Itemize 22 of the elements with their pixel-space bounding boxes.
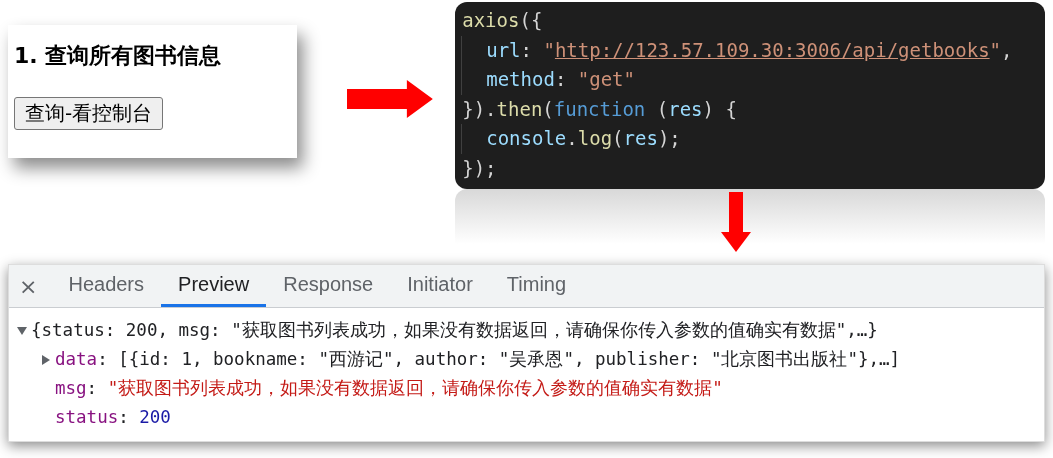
collapse-triangle-icon[interactable] (41, 354, 51, 365)
tab[interactable]: Response (266, 265, 391, 307)
code-line: }); (461, 155, 498, 181)
close-button[interactable]: × (19, 265, 52, 307)
tab[interactable]: Initiator (390, 265, 490, 307)
heading: 1. 查询所有图书信息 (14, 42, 222, 70)
code-line: axios({ (461, 8, 544, 33)
code-line: url: "http://123.57.109.30:3006/api/getbooks", (461, 35, 1041, 65)
right-arrow-icon (347, 80, 434, 118)
tab[interactable]: Headers (51, 265, 162, 307)
expand-triangle-icon[interactable] (17, 325, 27, 336)
json-line: msg: "获取图书列表成功，如果没有数据返回，请确保你传入参数的值确实有数据" (55, 377, 723, 400)
json-line: data: [{id: 1, bookname: "西游记", author: "吴承恩", publisher: "北京图书出版社"},…] (55, 348, 901, 371)
tab[interactable]: Preview (161, 265, 267, 307)
json-line: status: 200 (55, 406, 171, 429)
code-line: method: "get" (461, 65, 1041, 95)
down-arrow-icon (721, 192, 752, 252)
tab[interactable]: Timing (489, 265, 584, 307)
code-line: console.log(res); (461, 124, 1041, 154)
json-line: {status: 200, msg: "获取图书列表成功，如果没有数据返回，请确保你传入参数的值确实有数据",…} (31, 319, 878, 342)
code-line: }).then(function (res) { (461, 96, 738, 122)
query-button[interactable]: 查询-看控制台 (14, 97, 164, 130)
